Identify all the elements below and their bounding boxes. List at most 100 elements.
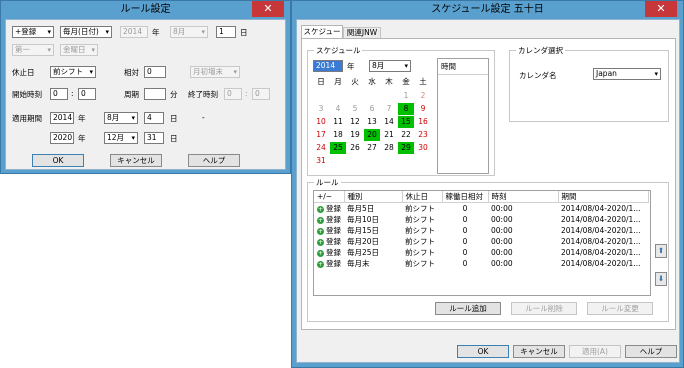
calendar-day[interactable]: 31 [313, 155, 329, 167]
calendar-day[interactable]: 14 [381, 116, 397, 128]
column-header[interactable]: 時刻 [488, 191, 559, 203]
rule-rel: 0 [462, 237, 468, 246]
calendar-year-spinner[interactable]: 2014 [313, 60, 343, 72]
move-down-button[interactable]: ⬇ [655, 272, 667, 286]
month-select[interactable]: 8月 ▾ [170, 26, 208, 38]
end-minute-spinner[interactable]: 0 [252, 88, 270, 100]
to-year-spinner[interactable]: 2020 [50, 132, 74, 144]
cancel-button[interactable]: キャンセル [513, 345, 565, 358]
holiday-select[interactable]: 前シフト ▾ [50, 66, 96, 78]
calendar-day[interactable]: 10 [313, 116, 329, 128]
calendar-day[interactable]: 4 [330, 103, 346, 115]
add-rule-button[interactable]: ルール追加 [435, 302, 501, 315]
time-list[interactable]: 時間 [437, 58, 489, 174]
rule-close-button[interactable]: ✕ [252, 1, 284, 17]
calendar-day[interactable]: 24 [313, 142, 329, 154]
day-label: 日 [170, 114, 178, 123]
rule-row[interactable]: + 登録 毎月5日 前シフト 0 00:00 2014/08/04-2020/1... [314, 203, 648, 215]
cycle-spinner[interactable] [144, 88, 166, 100]
calendar-day[interactable]: 26 [347, 142, 363, 154]
column-header[interactable]: 稼働日相対 [442, 191, 489, 203]
from-year-spinner[interactable]: 2014 [50, 112, 74, 124]
day-label: 日 [240, 28, 248, 37]
mode-select[interactable]: +登録 ▾ [12, 26, 54, 38]
calendar-day[interactable]: 6 [364, 103, 380, 115]
calendar-day[interactable]: 1 [398, 90, 414, 102]
rule-row[interactable]: + 登録 毎月20日 前シフト 0 00:00 2014/08/04-2020/1... [314, 236, 648, 247]
calendar-month-select[interactable]: 8月 ▾ [369, 60, 411, 72]
start-hour-spinner[interactable]: 0 [50, 88, 68, 100]
calendar-day[interactable]: 17 [313, 129, 329, 141]
help-button[interactable]: ヘルプ [625, 345, 677, 358]
day-spinner[interactable]: 1 [216, 26, 236, 38]
to-day-spinner[interactable]: 31 [144, 132, 164, 144]
end-hour-spinner[interactable]: 0 [224, 88, 242, 100]
calendar-day[interactable]: 12 [347, 116, 363, 128]
frequency-select[interactable]: 毎月(日付) ▾ [60, 26, 112, 38]
calendar-day[interactable]: 21 [381, 129, 397, 141]
move-up-button[interactable]: ⬆ [655, 244, 667, 258]
calendar-day[interactable]: 20 [364, 129, 380, 141]
column-header[interactable]: 期間 [558, 191, 649, 203]
calendar-name-select[interactable]: Japan ▾ [593, 68, 661, 80]
calendar-day[interactable]: 30 [415, 142, 431, 154]
ok-button[interactable]: OK [457, 345, 509, 358]
plus-icon: + [317, 249, 324, 257]
arrow-up-icon: ⬆ [657, 246, 665, 255]
plus-icon: + [317, 260, 324, 268]
rule-row[interactable]: + 登録 毎月10日 前シフト 0 00:00 2014/08/04-2020/1... [314, 214, 648, 225]
column-header[interactable]: 種別 [344, 191, 403, 203]
calendar-day[interactable]: 8 [398, 103, 414, 115]
week-select[interactable]: 第一 ▾ [12, 44, 54, 56]
calendar-day[interactable]: 5 [347, 103, 363, 115]
calendar-day[interactable]: 18 [330, 129, 346, 141]
calendar-day[interactable]: 7 [381, 103, 397, 115]
help-button[interactable]: ヘルプ [188, 154, 240, 167]
tab-related-jnw[interactable]: 関連JNW [343, 27, 381, 38]
month-end-select[interactable]: 月初増末 ▾ [190, 66, 240, 78]
apply-button[interactable]: 適用(A) [569, 345, 621, 358]
change-rule-button[interactable]: ルール変更 [587, 302, 653, 315]
weekday-label: 日 [317, 77, 325, 86]
rule-op: 登録 [326, 248, 341, 257]
calendar-day[interactable]: 23 [415, 129, 431, 141]
calendar-day[interactable]: 19 [347, 129, 363, 141]
rule-list[interactable]: +/− 種別 休止日 稼働日相対 時刻 期間 + 登録 毎月5日 前シフト 0 00:00… [313, 190, 651, 296]
calendar-day[interactable]: 2 [415, 90, 431, 102]
to-month-select[interactable]: 12月 ▾ [104, 132, 138, 144]
column-header[interactable]: +/− [314, 191, 345, 203]
calendar-day[interactable]: 15 [398, 116, 414, 128]
calendar-day[interactable]: 22 [398, 129, 414, 141]
start-minute-spinner[interactable]: 0 [78, 88, 96, 100]
calendar-day[interactable]: 28 [381, 142, 397, 154]
relative-spinner[interactable]: 0 [144, 66, 166, 78]
ok-button[interactable]: OK [32, 154, 84, 167]
rule-type: 毎月25日 [347, 248, 380, 257]
calendar-day[interactable]: 11 [330, 116, 346, 128]
calendar-day[interactable]: 25 [330, 142, 346, 154]
calendar-day[interactable]: 13 [364, 116, 380, 128]
calendar-day[interactable]: 16 [415, 116, 431, 128]
schedule-close-button[interactable]: ✕ [645, 1, 677, 17]
weekday-label: 火 [351, 77, 359, 86]
tab-schedule[interactable]: スケジュール [301, 25, 343, 48]
period-label: 適用期間 [12, 114, 42, 123]
calendar-day[interactable]: 3 [313, 103, 329, 115]
year-spinner[interactable]: 2014 [120, 26, 148, 38]
relative-label: 相対 [124, 68, 139, 77]
delete-rule-button[interactable]: ルール削除 [511, 302, 577, 315]
calendar-day[interactable]: 29 [398, 142, 414, 154]
column-header[interactable]: 休止日 [402, 191, 443, 203]
rule-row[interactable]: + 登録 毎月末 前シフト 0 00:00 2014/08/04-2020/1... [314, 258, 648, 269]
rule-row[interactable]: + 登録 毎月15日 前シフト 0 00:00 2014/08/04-2020/1... [314, 225, 648, 236]
rule-table-body: + 登録 毎月5日 前シフト 0 00:00 2014/08/04-2020/1... + 登録… [314, 203, 648, 270]
weekday-select[interactable]: 金曜日 ▾ [60, 44, 98, 56]
from-day-spinner[interactable]: 4 [144, 112, 164, 124]
rule-type: 毎月5日 [347, 204, 375, 213]
rule-row[interactable]: + 登録 毎月25日 前シフト 0 00:00 2014/08/04-2020/1... [314, 247, 648, 258]
cancel-button[interactable]: キャンセル [110, 154, 162, 167]
calendar-day[interactable]: 27 [364, 142, 380, 154]
cycle-label: 周期 [124, 90, 139, 99]
from-month-select[interactable]: 8月 ▾ [104, 112, 138, 124]
calendar-day[interactable]: 9 [415, 103, 431, 115]
